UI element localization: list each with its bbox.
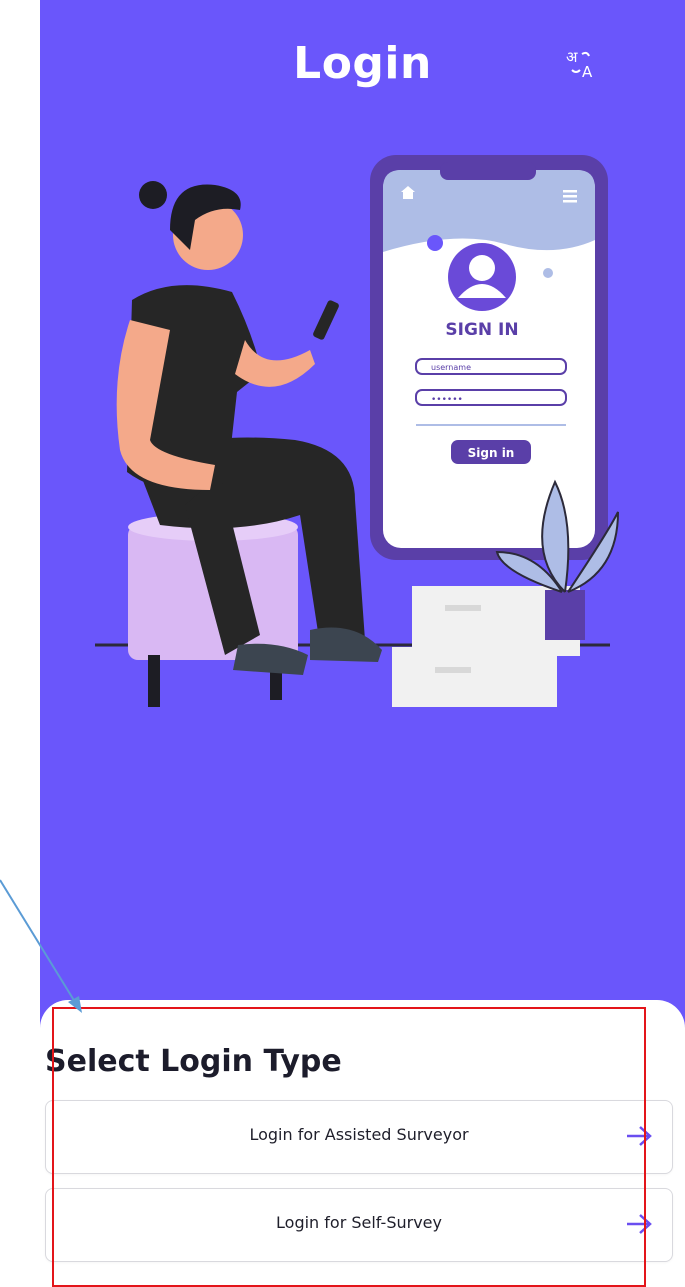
annotation-arrow: [0, 879, 82, 1013]
